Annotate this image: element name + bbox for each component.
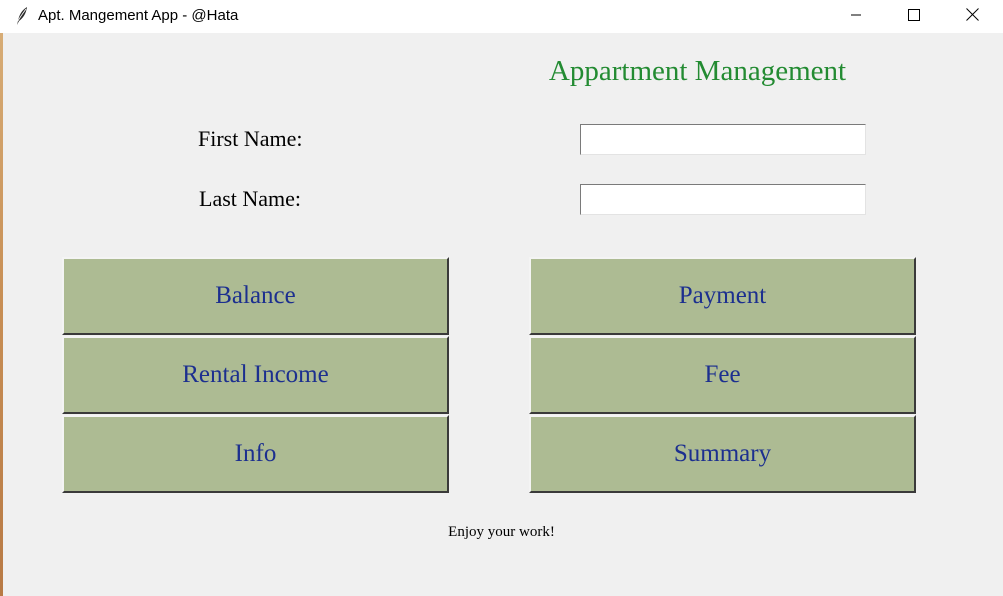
minimize-icon — [850, 8, 862, 26]
page-title: Appartment Management — [548, 55, 847, 87]
fee-button[interactable]: Fee — [529, 336, 916, 414]
desktop-edge — [0, 0, 3, 596]
footer-message: Enjoy your work! — [448, 524, 555, 540]
close-icon — [965, 7, 979, 26]
minimize-button[interactable] — [827, 0, 885, 33]
payment-button[interactable]: Payment — [529, 257, 916, 335]
feather-icon — [14, 6, 32, 26]
first-name-label: First Name: — [198, 126, 303, 151]
maximize-button[interactable] — [885, 0, 943, 33]
window-title: Apt. Mangement App - @Hata — [38, 7, 239, 24]
last-name-field[interactable] — [580, 184, 866, 215]
rental-income-button[interactable]: Rental Income — [62, 336, 449, 414]
balance-button[interactable]: Balance — [62, 257, 449, 335]
first-name-field[interactable] — [580, 124, 866, 155]
info-button[interactable]: Info — [62, 415, 449, 493]
close-button[interactable] — [943, 0, 1001, 33]
summary-button[interactable]: Summary — [529, 415, 916, 493]
title-bar[interactable]: Apt. Mangement App - @Hata — [0, 0, 1003, 33]
last-name-label: Last Name: — [199, 186, 302, 211]
maximize-icon — [908, 8, 920, 26]
